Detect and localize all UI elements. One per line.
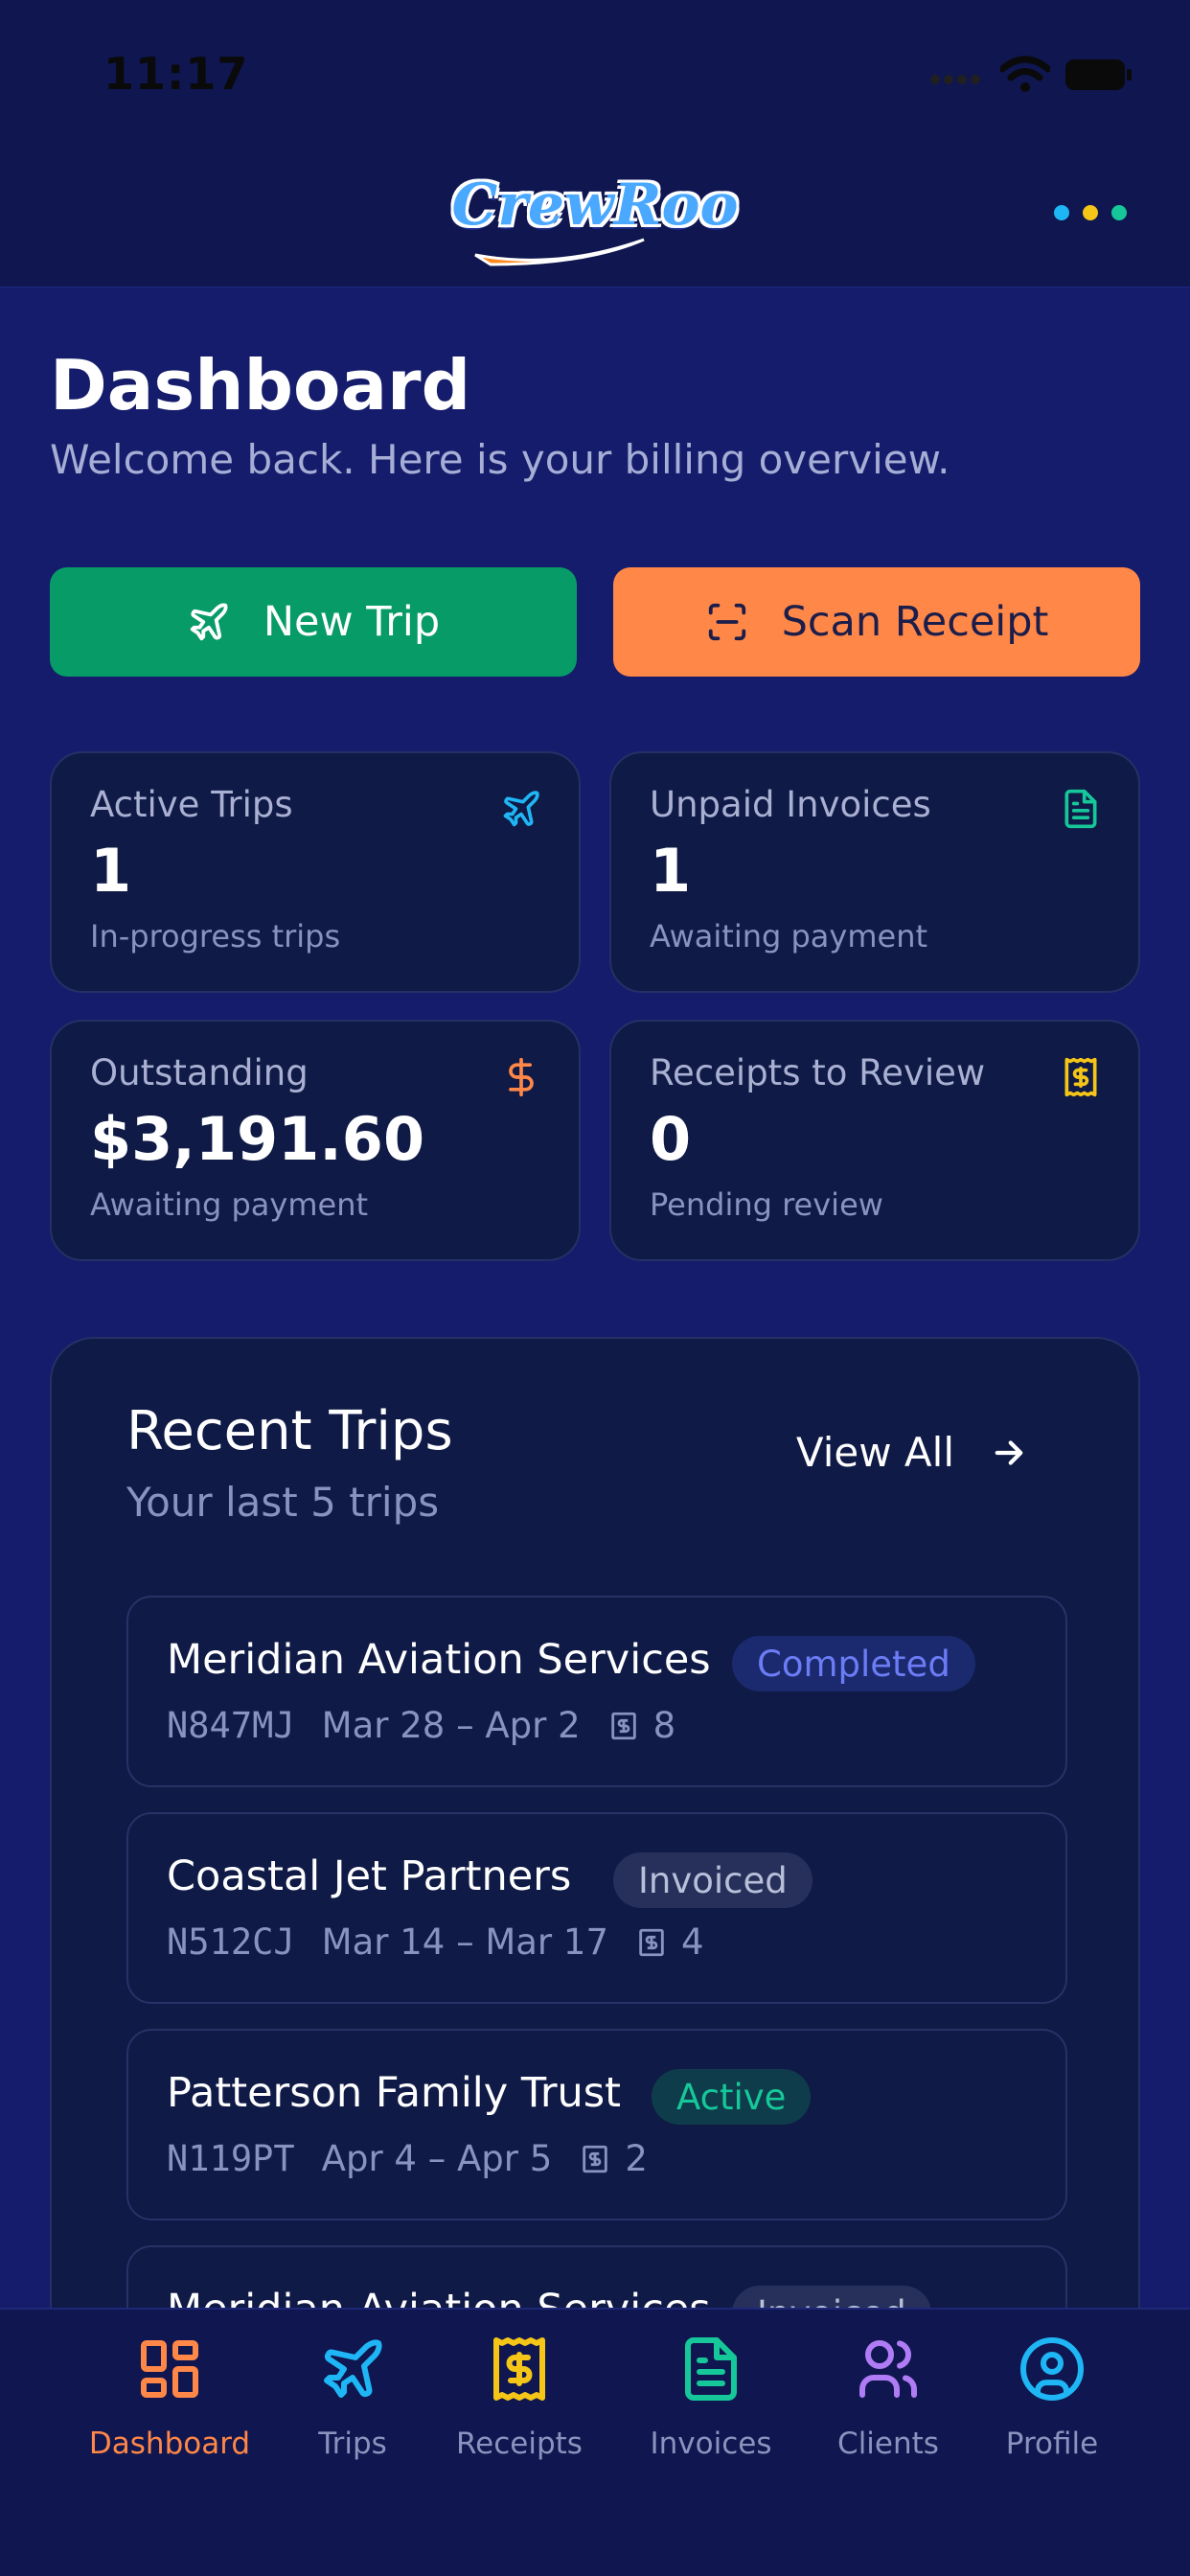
trip-tail-number: N512CJ <box>167 1921 295 1963</box>
nav-item-invoices[interactable]: Invoices <box>625 2331 797 2461</box>
status-badge: Active <box>652 2069 812 2125</box>
nav-item-trips[interactable]: Trips <box>266 2331 439 2461</box>
app-header: CrewRoo <box>0 144 1190 288</box>
trip-tail-number: N119PT <box>167 2138 295 2179</box>
page-subtitle: Welcome back. Here is your billing overv… <box>50 436 950 483</box>
scan-receipt-label: Scan Receipt <box>781 598 1049 646</box>
dashboard-icon <box>131 2331 208 2407</box>
trip-client: Patterson Family Trust <box>167 2069 622 2117</box>
logo-text: CrewRoo <box>451 172 739 239</box>
plane-icon <box>503 791 539 827</box>
recent-trips-title: Recent Trips <box>126 1400 453 1462</box>
nav-item-profile[interactable]: Profile <box>966 2331 1138 2461</box>
status-badge: Completed <box>732 1636 975 1691</box>
menu-dot-blue <box>1054 205 1069 220</box>
plane-icon <box>314 2331 391 2407</box>
stat-card-unpaid-invoices[interactable]: Unpaid Invoices 1 Awaiting payment <box>609 751 1140 993</box>
dollar-icon <box>509 1057 534 1097</box>
nav-label: Clients <box>837 2426 939 2461</box>
trip-tail-number: N847MJ <box>167 1705 295 1746</box>
stat-card-receipts-review[interactable]: Receipts to Review 0 Pending review <box>609 1020 1140 1261</box>
stat-card-active-trips[interactable]: Active Trips 1 In-progress trips <box>50 751 581 993</box>
users-icon <box>850 2331 927 2407</box>
stat-sub: Pending review <box>650 1186 883 1223</box>
nav-label: Receipts <box>456 2426 583 2461</box>
plane-icon <box>190 603 228 641</box>
nav-item-dashboard[interactable]: Dashboard <box>83 2331 256 2461</box>
more-menu-button[interactable] <box>1054 205 1127 220</box>
profile-icon <box>1014 2331 1090 2407</box>
invoice-icon <box>673 2331 749 2407</box>
trip-row[interactable]: Patterson Family Trust Active N119PT Apr… <box>126 2029 1067 2220</box>
signal-icon <box>930 75 980 84</box>
receipt-icon <box>579 2143 611 2175</box>
trip-dates: Apr 4 – Apr 5 <box>321 2138 553 2179</box>
status-icons <box>929 56 1133 94</box>
stat-sub: Awaiting payment <box>650 918 928 954</box>
app-logo[interactable]: CrewRoo <box>451 155 739 270</box>
status-bar: 11:17 <box>0 0 1190 144</box>
new-trip-label: New Trip <box>263 598 441 646</box>
nav-item-receipts[interactable]: Receipts <box>433 2331 606 2461</box>
receipt-icon <box>607 1710 640 1742</box>
stat-label: Receipts to Review <box>650 1052 986 1093</box>
battery-icon <box>1065 59 1132 90</box>
receipt-icon <box>481 2331 558 2407</box>
trip-receipt-count: 8 <box>652 1705 676 1746</box>
trip-client: Meridian Aviation Services <box>167 1636 711 1684</box>
view-all-label: View All <box>795 1429 954 1476</box>
stat-value: 0 <box>650 1104 692 1174</box>
nav-label: Dashboard <box>88 2426 251 2461</box>
stat-sub: Awaiting payment <box>90 1186 369 1223</box>
invoice-icon <box>1064 789 1097 829</box>
receipt-icon <box>635 1926 668 1959</box>
trip-meta: N847MJ Mar 28 – Apr 2 8 <box>167 1705 675 1746</box>
receipt-icon <box>1064 1057 1097 1097</box>
trip-row[interactable]: Meridian Aviation Services Completed N84… <box>126 1596 1067 1787</box>
stat-value: 1 <box>90 836 132 906</box>
menu-dot-green <box>1111 205 1127 220</box>
trip-receipt-count: 4 <box>680 1921 704 1963</box>
recent-trips-subtitle: Your last 5 trips <box>126 1479 440 1526</box>
trip-receipt-count: 2 <box>625 2138 648 2179</box>
view-all-button[interactable]: View All <box>796 1429 1029 1476</box>
page-title: Dashboard <box>50 345 471 426</box>
trip-row[interactable]: Coastal Jet Partners Invoiced N512CJ Mar… <box>126 1812 1067 2004</box>
stat-sub: In-progress trips <box>90 918 341 954</box>
trip-dates: Mar 28 – Apr 2 <box>321 1705 581 1746</box>
stat-card-outstanding[interactable]: Outstanding $3,191.60 Awaiting payment <box>50 1020 581 1261</box>
stat-label: Outstanding <box>90 1052 309 1093</box>
nav-label: Profile <box>1005 2426 1099 2461</box>
trip-client: Coastal Jet Partners <box>167 1852 572 1900</box>
nav-label: Trips <box>318 2426 387 2461</box>
new-trip-button[interactable]: New Trip <box>50 567 577 677</box>
trip-meta: N119PT Apr 4 – Apr 5 2 <box>167 2138 648 2179</box>
stat-value: 1 <box>650 836 692 906</box>
stat-label: Unpaid Invoices <box>650 784 931 825</box>
status-time: 11:17 <box>103 48 249 100</box>
nav-item-clients[interactable]: Clients <box>802 2331 974 2461</box>
stat-value: $3,191.60 <box>90 1104 425 1174</box>
scan-receipt-button[interactable]: Scan Receipt <box>613 567 1140 677</box>
bottom-nav: Dashboard Trips Receipts Invoices Client… <box>0 2308 1190 2576</box>
trip-dates: Mar 14 – Mar 17 <box>321 1921 608 1963</box>
scan-icon <box>708 603 745 641</box>
nav-label: Invoices <box>650 2426 772 2461</box>
status-badge: Invoiced <box>613 1852 812 1908</box>
trip-meta: N512CJ Mar 14 – Mar 17 4 <box>167 1921 704 1963</box>
arrow-right-icon <box>995 1439 1023 1465</box>
menu-dot-yellow <box>1083 205 1098 220</box>
wifi-icon <box>1000 56 1050 92</box>
stat-label: Active Trips <box>90 784 293 825</box>
